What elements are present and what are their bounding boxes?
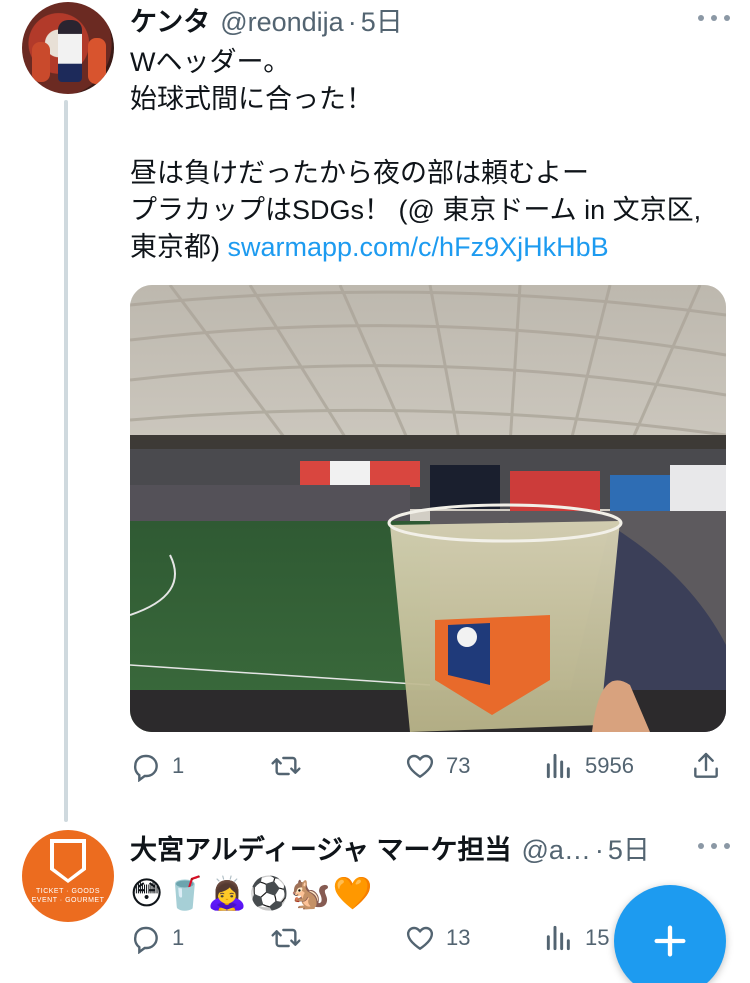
heart-icon	[406, 754, 434, 778]
avatar-figure-left	[32, 42, 50, 82]
reply-icon	[133, 754, 158, 782]
avatar-caption: TICKET · GOODS EVENT · GOURMET	[31, 888, 105, 904]
like-count: 13	[446, 925, 471, 950]
tweet-actions: 1 73 5956	[130, 746, 726, 786]
like-button[interactable]: 73	[404, 750, 470, 782]
like-count: 73	[446, 753, 471, 778]
views-button[interactable]: 5956	[543, 750, 634, 782]
avatar-figure-center	[58, 20, 82, 82]
views-count: 5956	[585, 753, 634, 778]
retweet-icon	[271, 756, 301, 776]
user-handle[interactable]: @a…	[521, 835, 590, 866]
share-icon	[694, 752, 718, 778]
separator: ·	[594, 835, 604, 865]
thread-connector	[64, 100, 68, 822]
tweet-text: Wヘッダー。 始球式間に合った！ 昼は負けだったから夜の部は頼むよー プラカップ…	[130, 44, 730, 266]
tweet-text-main: Wヘッダー。 始球式間に合った！ 昼は負けだったから夜の部は頼むよー プラカップ…	[130, 47, 702, 262]
more-icon[interactable]	[698, 834, 730, 858]
user-name[interactable]: 大宮アルディージャ マーケ担当	[130, 828, 511, 867]
separator: ·	[347, 7, 357, 37]
tweet[interactable]: ケンタ @reondija · 5日 Wヘッダー。 始球式間に合った！ 昼は負け…	[130, 0, 730, 266]
tweet-photo[interactable]	[130, 285, 726, 732]
tweet-header: ケンタ @reondija · 5日	[130, 0, 730, 39]
heart-icon	[406, 926, 434, 950]
timestamp[interactable]: 5日	[361, 0, 403, 39]
share-button[interactable]	[690, 750, 722, 782]
retweet-button[interactable]	[270, 750, 312, 782]
plus-icon	[654, 925, 686, 957]
stadium-photo	[130, 285, 726, 732]
views-icon	[546, 753, 570, 779]
tweet-header: 大宮アルディージャ マーケ担当 @a… · 5日	[130, 828, 730, 867]
user-handle[interactable]: @reondija	[220, 7, 343, 38]
reply-icon	[133, 926, 158, 954]
reply-count: 1	[172, 753, 185, 778]
views-count: 15	[585, 925, 610, 950]
retweet-icon	[271, 928, 301, 948]
club-crest-logo	[50, 839, 86, 883]
club-avatar[interactable]: TICKET · GOODS EVENT · GOURMET	[22, 830, 114, 922]
retweet-button[interactable]	[270, 922, 312, 954]
reply-button[interactable]: 1	[130, 922, 184, 954]
avatar-figure-right	[88, 38, 106, 84]
reply-count: 1	[172, 925, 185, 950]
timestamp[interactable]: 5日	[608, 828, 650, 867]
views-button[interactable]: 15	[543, 922, 609, 954]
user-name[interactable]: ケンタ	[130, 0, 210, 39]
reply-button[interactable]: 1	[130, 750, 184, 782]
views-icon	[546, 925, 570, 951]
avatar[interactable]	[22, 2, 114, 94]
like-button[interactable]: 13	[404, 922, 470, 954]
tweet-link[interactable]: swarmapp.com/c/hFz9XjHkHbB	[228, 232, 609, 262]
more-icon[interactable]	[698, 6, 730, 30]
